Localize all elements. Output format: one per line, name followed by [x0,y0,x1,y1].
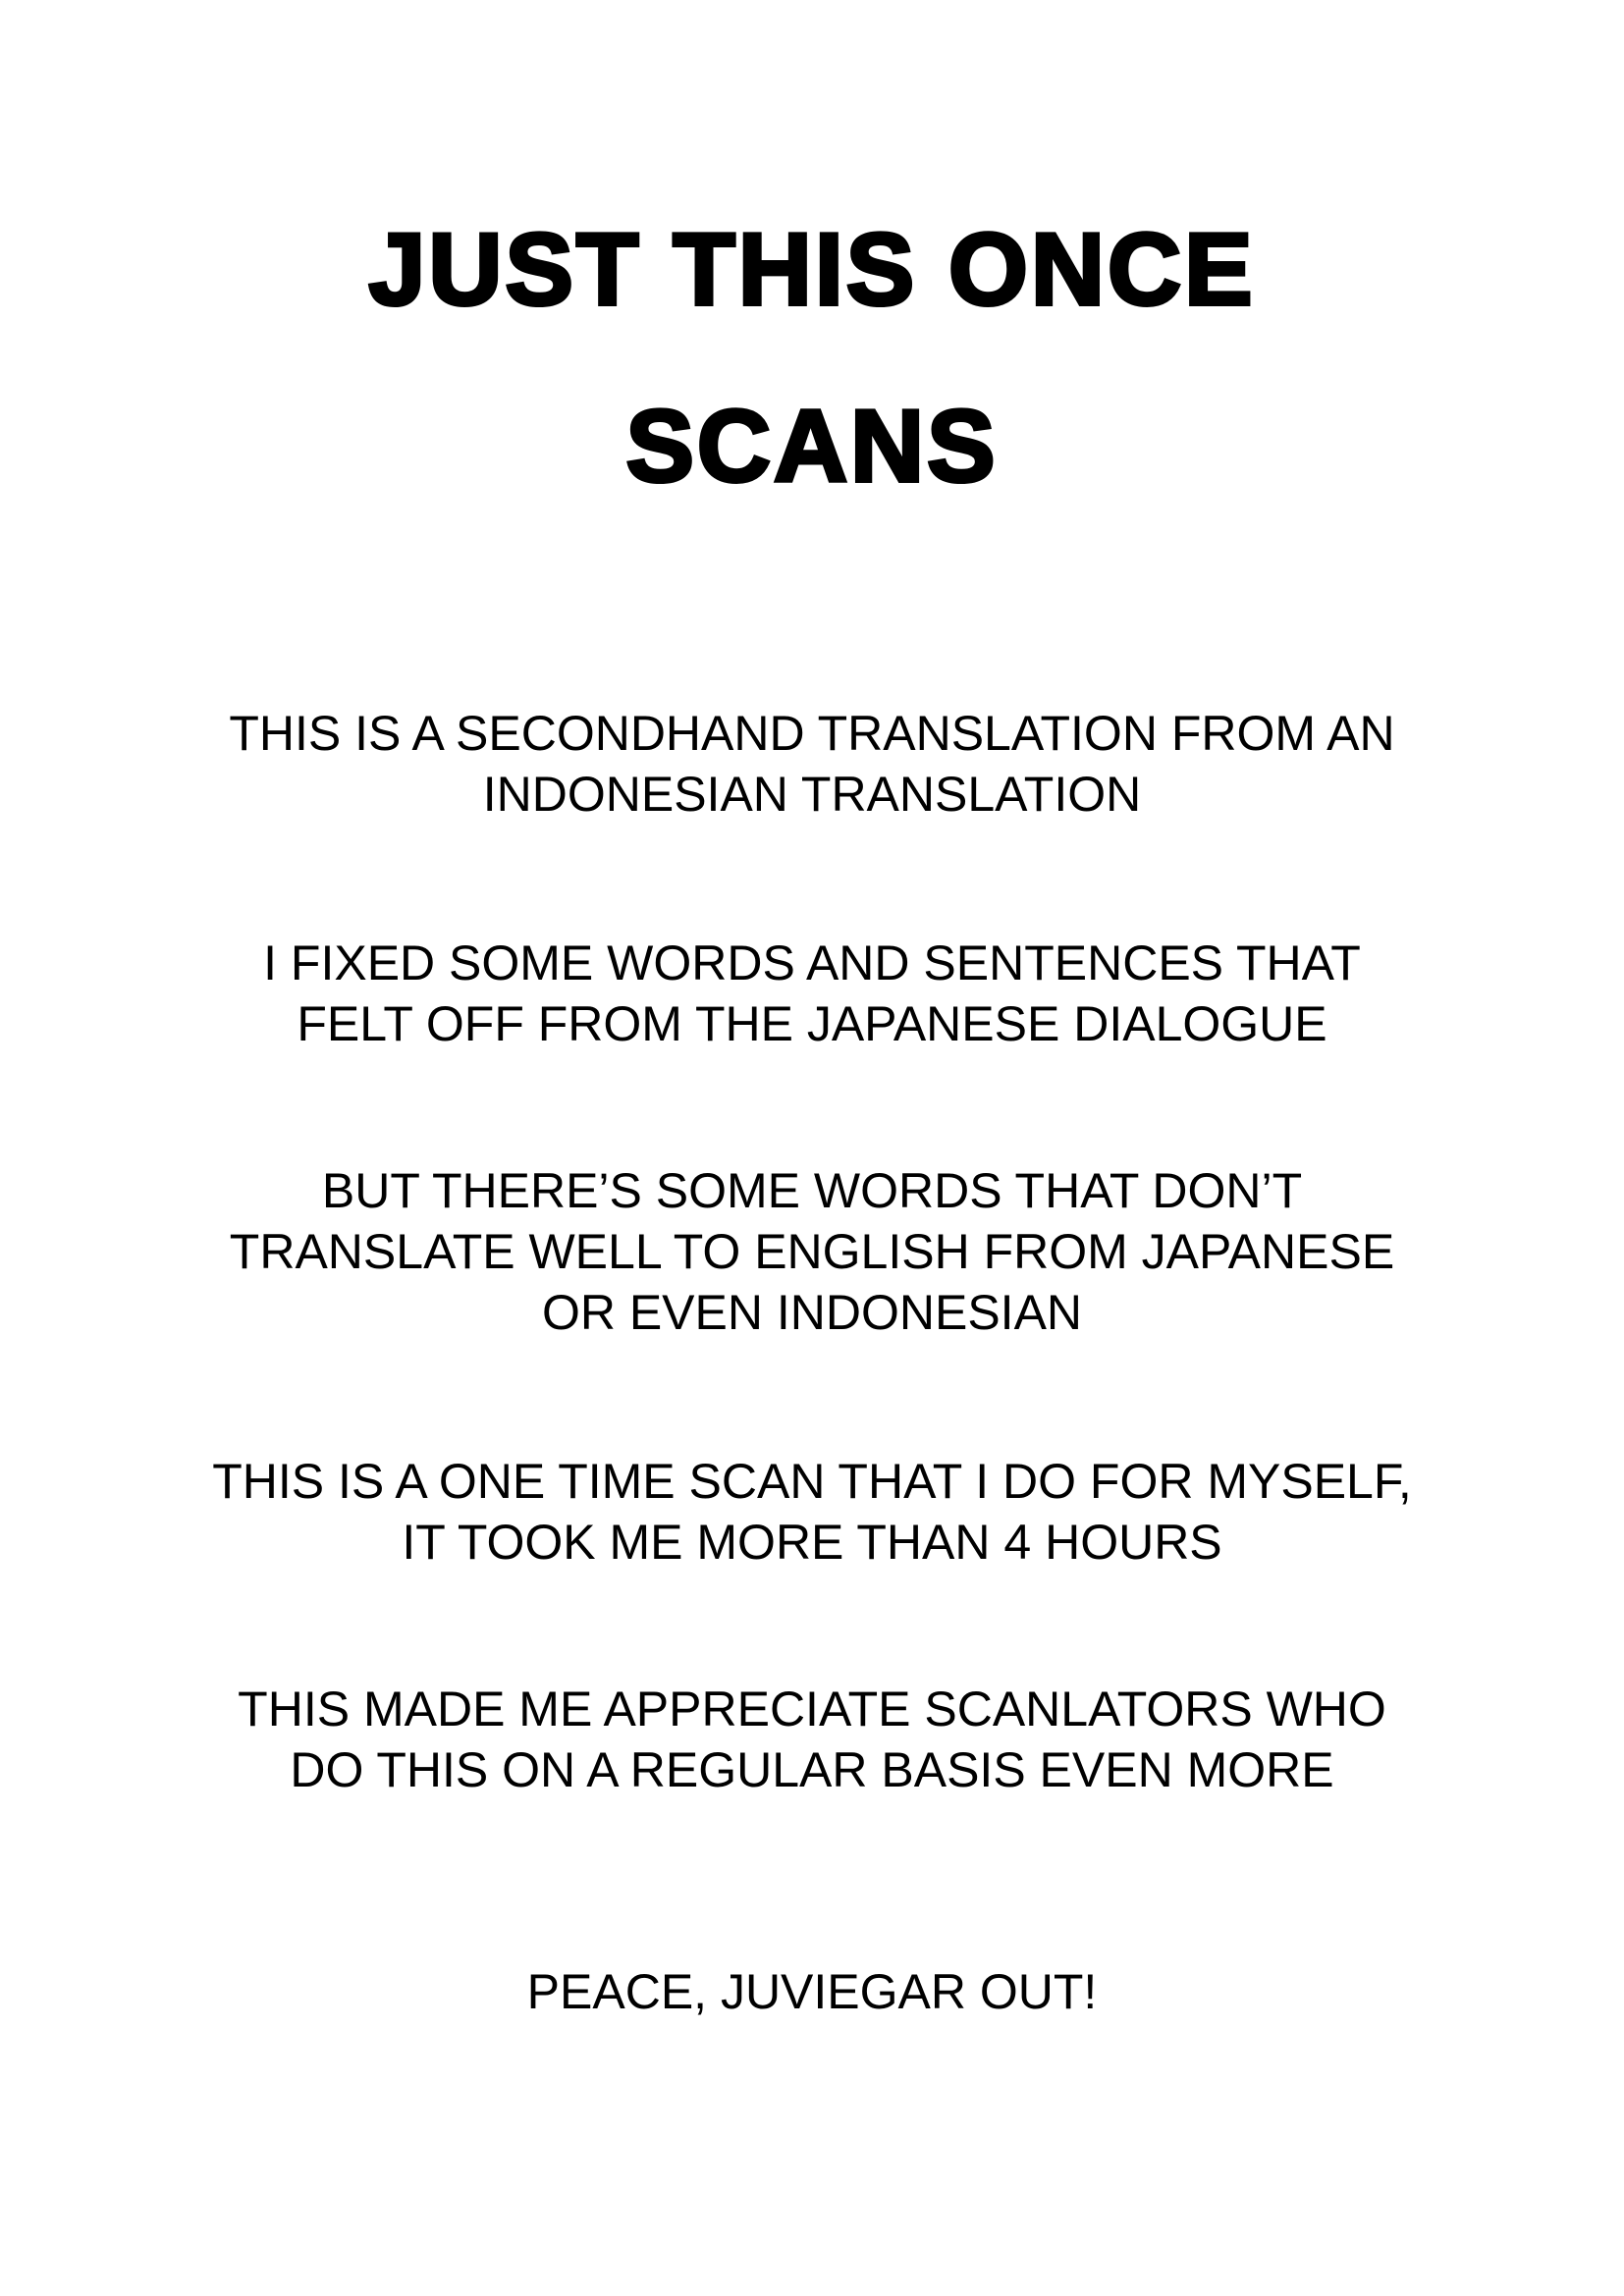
paragraph-appreciation: THIS MADE ME APPRECIATE SCANLATORS WHO D… [0,1679,1624,1800]
paragraph-line: I FIXED SOME WORDS AND SENTENCES THAT [263,935,1361,990]
paragraph-line: FELT OFF FROM THE JAPANESE DIALOGUE [297,996,1327,1051]
paragraph-line: IT TOOK ME MORE THAN 4 HOURS [402,1515,1222,1570]
paragraph-line: DO THIS ON A REGULAR BASIS EVEN MORE [290,1742,1334,1797]
paragraph-line: TRANSLATE WELL TO ENGLISH FROM JAPANESE [229,1224,1395,1279]
paragraph-one-time-scan: THIS IS A ONE TIME SCAN THAT I DO FOR MY… [0,1451,1624,1573]
paragraph-fixed-words: I FIXED SOME WORDS AND SENTENCES THAT FE… [0,933,1624,1054]
paragraph-line: THIS IS A ONE TIME SCAN THAT I DO FOR MY… [212,1454,1412,1509]
paragraph-signoff: PEACE, JUVIEGAR OUT! [0,1961,1624,2022]
paragraph-line: BUT THERE’S SOME WORDS THAT DON’T [321,1163,1303,1218]
paragraph-line: THIS MADE ME APPRECIATE SCANLATORS WHO [238,1682,1386,1736]
page-title-line-1: JUST THIS ONCE [367,211,1256,329]
paragraph-untranslatable-words: BUT THERE’S SOME WORDS THAT DON’T TRANSL… [0,1160,1624,1343]
paragraph-line: OR EVEN INDONESIAN [541,1285,1083,1340]
page-title-line-2: SCANS [623,388,999,506]
paragraph-line: PEACE, JUVIEGAR OUT! [526,1964,1098,2019]
document-page: JUST THIS ONCE SCANS THIS IS A SECONDHAN… [0,0,1624,2296]
paragraph-line: THIS IS A SECONDHAND TRANSLATION FROM AN [229,706,1395,761]
paragraph-line: INDONESIAN TRANSLATION [482,767,1142,822]
paragraph-secondhand-translation: THIS IS A SECONDHAND TRANSLATION FROM AN… [0,703,1624,825]
